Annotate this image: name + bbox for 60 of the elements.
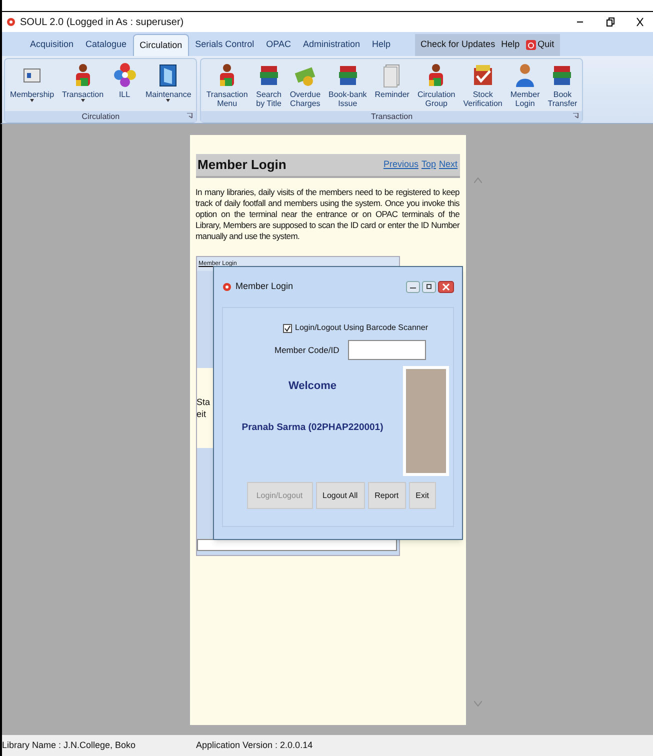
- text-fragment: eit: [196, 408, 208, 420]
- ribbon-button[interactable]: Member Login: [507, 59, 543, 111]
- ribbon-button[interactable]: Search by Title: [252, 59, 285, 111]
- app-logo-icon: [222, 282, 232, 292]
- maximize-icon[interactable]: [422, 281, 436, 293]
- checkbox[interactable]: [283, 324, 292, 332]
- group-label: Circulation: [82, 110, 120, 122]
- menu-tab[interactable]: Catalogue: [80, 34, 133, 56]
- menu-button[interactable]: Check for Updates: [420, 38, 496, 52]
- field-label: Member Code/ID: [274, 344, 340, 356]
- caret-icon: [80, 99, 85, 102]
- checkbox-label: Login/Logout Using Barcode Scanner: [295, 322, 428, 334]
- menu-tab[interactable]: OPAC: [260, 34, 297, 56]
- ribbon-button[interactable]: Transaction Menu: [203, 59, 251, 111]
- welcome-text: Welcome: [288, 379, 337, 394]
- ribbon-button[interactable]: Book Transfer: [544, 59, 580, 111]
- flower-icon: [112, 62, 138, 88]
- app-logo-icon: [6, 17, 16, 27]
- description-paragraph: In many libraries, daily visits of the members need to be registered to keep track of daily footfall and members using the system. Once you invoke this option on the terminal near the entrance or on OPAC terminals of the Library, Members are supposed to scan the ID card or enter the ID Number manually and use the system.: [196, 187, 460, 242]
- nav-link[interactable]: Top: [421, 158, 436, 172]
- caret-icon: [166, 99, 170, 102]
- ribbon-button[interactable]: Circulation Group: [414, 59, 458, 111]
- ribbon-button[interactable]: Transaction: [59, 59, 107, 111]
- app-version: Application Version : 2.0.0.14: [196, 738, 313, 752]
- ribbon-button[interactable]: Book-bank Issue: [326, 59, 370, 111]
- maximize-icon[interactable]: [605, 17, 615, 27]
- minimize-icon[interactable]: [406, 281, 420, 293]
- close-icon[interactable]: [438, 281, 454, 293]
- nav-link[interactable]: Previous: [383, 158, 418, 172]
- check-icon: [284, 324, 291, 332]
- caret-icon: [30, 99, 34, 102]
- dialog-button[interactable]: Logout All: [316, 482, 365, 509]
- dialog-button[interactable]: Exit: [408, 482, 436, 509]
- ribbon-button[interactable]: Reminder: [372, 59, 412, 111]
- power-icon: [526, 40, 536, 50]
- dialog-button[interactable]: Report: [368, 482, 406, 509]
- text-fragment: Sta: [196, 396, 212, 408]
- window-title: SOUL 2.0 (Logged in As : superuser): [20, 16, 184, 30]
- nav-link[interactable]: Next: [438, 158, 458, 172]
- ribbon-button[interactable]: Maintenance: [142, 59, 194, 111]
- quit-button[interactable]: Quit: [526, 38, 554, 52]
- menu-tab[interactable]: Circulation: [132, 34, 190, 56]
- ribbon-button[interactable]: Stock Verification: [460, 59, 506, 111]
- ribbon-button[interactable]: ILL: [108, 59, 141, 111]
- library-name: Library Name : J.N.College, Boko: [2, 738, 137, 752]
- group-label: Transaction: [371, 110, 413, 122]
- menu-tab[interactable]: Acquisition: [24, 34, 80, 56]
- expand-icon[interactable]: [573, 113, 580, 119]
- member-code-input[interactable]: [348, 340, 426, 360]
- ribbon-button[interactable]: Overdue Charges: [286, 59, 324, 111]
- close-icon[interactable]: [635, 17, 645, 27]
- menu-tab[interactable]: Administration: [296, 34, 366, 56]
- member-name: Pranab Sarma (02PHAP220001): [242, 420, 384, 434]
- menu-button[interactable]: Help: [501, 38, 520, 52]
- ribbon-button[interactable]: Membership: [7, 59, 58, 111]
- expand-icon[interactable]: [187, 113, 194, 119]
- menu-tab[interactable]: Serials Control: [189, 34, 260, 56]
- page-heading: Member Login: [198, 156, 286, 174]
- menu-tab[interactable]: Help: [366, 34, 397, 56]
- dialog-title: Member Login: [236, 280, 294, 294]
